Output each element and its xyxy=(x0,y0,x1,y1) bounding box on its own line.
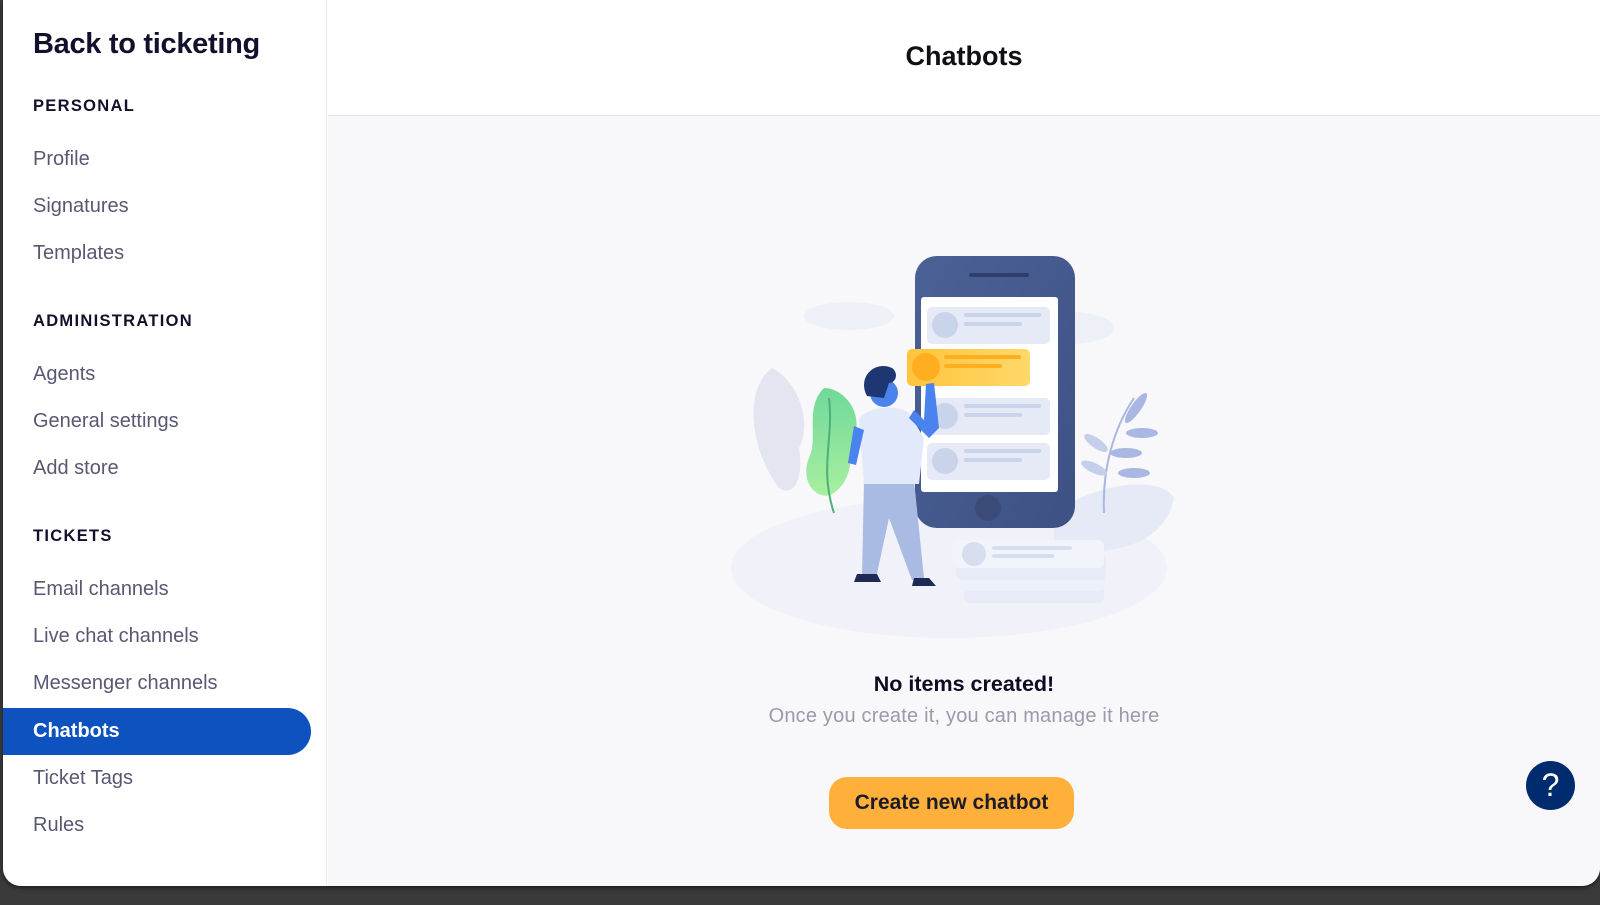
sidebar-item-rules[interactable]: Rules xyxy=(3,802,311,849)
phone-card-avatar xyxy=(932,312,958,338)
phone-home-button xyxy=(975,495,1001,521)
right-plant-leaf xyxy=(1081,460,1107,476)
right-plant-leaf xyxy=(1110,448,1142,458)
page-header: Chatbots xyxy=(328,0,1600,116)
section-title-tickets: TICKETS xyxy=(33,527,113,545)
bubble-line xyxy=(944,355,1021,359)
phone-card-line xyxy=(964,413,1022,417)
phone-card-avatar xyxy=(932,448,958,474)
phone-card-line xyxy=(964,322,1022,326)
plant-shape xyxy=(753,368,805,491)
phone-card-line xyxy=(964,449,1041,453)
section-title-administration: ADMINISTRATION xyxy=(33,312,193,330)
stacked-card-line xyxy=(992,546,1072,550)
phone-card-line xyxy=(964,404,1041,408)
phone-card-line xyxy=(964,458,1022,462)
phone-card-line xyxy=(964,313,1041,317)
sidebar-item-ticket-tags[interactable]: Ticket Tags xyxy=(3,755,311,802)
sidebar-item-live-chat-channels[interactable]: Live chat channels xyxy=(3,613,311,660)
stacked-card-line xyxy=(992,554,1054,558)
create-new-chatbot-button[interactable]: Create new chatbot xyxy=(829,777,1074,829)
person-tapping-phone-illustration xyxy=(731,256,1174,638)
section-title-personal: PERSONAL xyxy=(33,97,136,115)
question-mark-icon: ? xyxy=(1541,767,1560,803)
stacked-card-avatar xyxy=(962,542,986,566)
help-button[interactable]: ? xyxy=(1526,761,1575,810)
back-to-ticketing-link[interactable]: Back to ticketing xyxy=(33,28,260,61)
cloud-shape xyxy=(804,302,894,330)
green-leaf xyxy=(806,388,857,496)
sidebar-item-email-channels[interactable]: Email channels xyxy=(3,566,311,613)
sidebar-item-signatures[interactable]: Signatures xyxy=(3,183,311,230)
right-plant-leaf xyxy=(1126,428,1158,438)
page-title: Chatbots xyxy=(905,41,1023,71)
bubble-line xyxy=(944,364,1002,368)
sidebar-item-messenger-channels[interactable]: Messenger channels xyxy=(3,660,311,707)
empty-state-subtitle: Once you create it, you can manage it he… xyxy=(768,705,1160,727)
sidebar-item-agents[interactable]: Agents xyxy=(3,351,311,398)
sidebar-item-templates[interactable]: Templates xyxy=(3,230,311,277)
sidebar: Back to ticketing PERSONAL Profile Signa… xyxy=(3,0,327,886)
settings-window: Back to ticketing PERSONAL Profile Signa… xyxy=(3,0,1600,886)
phone-speaker xyxy=(969,273,1029,277)
empty-state-title: No items created! xyxy=(873,672,1055,696)
person-shoe xyxy=(854,574,881,582)
sidebar-item-chatbots[interactable]: Chatbots xyxy=(3,708,311,755)
right-plant-leaf xyxy=(1084,433,1108,453)
bubble-avatar xyxy=(912,353,940,381)
right-plant-leaf xyxy=(1124,392,1148,424)
sidebar-item-general-settings[interactable]: General settings xyxy=(3,398,311,445)
sidebar-item-profile[interactable]: Profile xyxy=(3,136,311,183)
sidebar-item-add-store[interactable]: Add store xyxy=(3,445,311,492)
main-content: Chatbots No items created! Once you crea… xyxy=(328,0,1600,886)
right-plant-leaf xyxy=(1118,468,1150,478)
